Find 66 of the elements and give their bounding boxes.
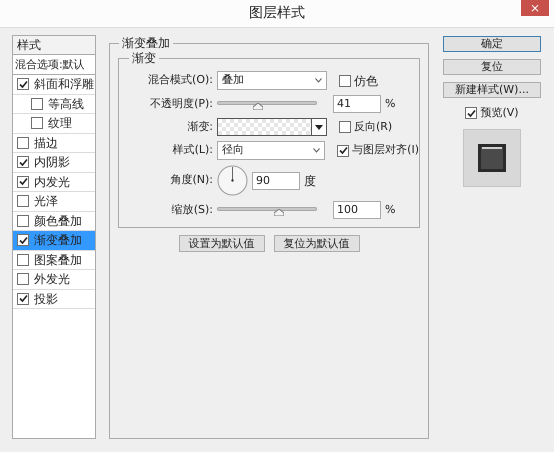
dialog-button[interactable]: 新建样式(W)... [443,82,541,98]
checkbox[interactable] [17,234,29,246]
style-item[interactable]: 渐变叠加 [13,231,95,250]
gradient-picker[interactable] [217,118,327,136]
dropdown[interactable]: 叠加 [217,71,327,90]
checkbox-label: 预览(V) [480,105,519,121]
style-item[interactable]: 描边 [13,134,95,153]
number-field[interactable]: 41 [333,95,381,113]
slider-track[interactable] [217,204,317,216]
style-item[interactable]: 纹理 [13,114,95,134]
checkbox[interactable] [31,117,43,130]
checkbox-label: 反向(R) [354,118,392,135]
field-label: 样式(L): [172,142,213,158]
unit-label: 度 [304,172,316,190]
unit-label: % [385,96,396,112]
field-label: 不透明度(P): [149,96,213,112]
preview-drawing [477,142,507,172]
checkbox[interactable] [17,195,29,208]
section-title: 渐变叠加 [119,36,173,50]
style-item[interactable]: 投影 [13,290,95,309]
field-label: 缩放(S): [170,202,213,218]
close-button[interactable]: × [521,0,549,16]
checkbox[interactable] [17,273,29,286]
window-title: 图层样式 [249,4,305,23]
checkbox[interactable] [17,292,29,305]
dialog-button[interactable]: 复位 [443,59,541,75]
group-title: 渐变 [129,51,159,65]
default-button[interactable]: 复位为默认值 [274,235,360,252]
checkbox[interactable] [17,214,29,227]
unit-label: % [385,202,396,218]
chevron-icon [313,148,320,153]
checkbox[interactable] [17,176,29,188]
field-label: 渐变: [186,118,213,135]
checkbox[interactable] [17,254,29,266]
checkbox[interactable] [465,107,478,120]
chevron-icon [315,78,322,83]
field-label: 角度(N): [169,172,213,188]
style-item[interactable]: 等高线 [13,94,95,114]
checkbox-label: 仿色 [354,72,378,90]
checkbox-label: 与图层对齐(I) [352,142,419,158]
style-item[interactable]: 内阴影 [13,153,95,172]
checkbox[interactable] [339,121,351,133]
blend-options-item[interactable]: 混合选项:默认 [13,55,95,75]
default-button[interactable]: 设置为默认值 [178,235,264,252]
number-field[interactable]: 90 [252,172,300,190]
style-item[interactable]: 斜面和浮雕 [13,75,95,94]
dropdown-arrow-icon [315,124,323,130]
angle-dial-icon[interactable] [217,165,248,196]
number-field[interactable]: 100 [333,201,381,219]
style-item[interactable]: 外发光 [13,270,95,290]
slider-thumb[interactable] [253,103,263,110]
style-item[interactable]: 内发光 [13,172,95,192]
slider-track[interactable] [217,98,317,110]
checkbox[interactable] [17,156,29,168]
checkbox[interactable] [339,74,351,86]
dialog-button[interactable]: 确定 [443,36,541,52]
field-label: 混合模式(O): [147,72,213,88]
slider-thumb[interactable] [274,209,284,216]
checkbox[interactable] [17,78,29,90]
dropdown[interactable]: 径向 [217,141,326,160]
checkbox[interactable] [31,98,43,110]
checkbox[interactable] [337,144,350,156]
checkbox[interactable] [17,136,29,149]
list-header: 样式 [13,36,95,55]
style-item[interactable]: 光泽 [13,192,95,212]
style-item[interactable]: 图案叠加 [13,250,95,270]
